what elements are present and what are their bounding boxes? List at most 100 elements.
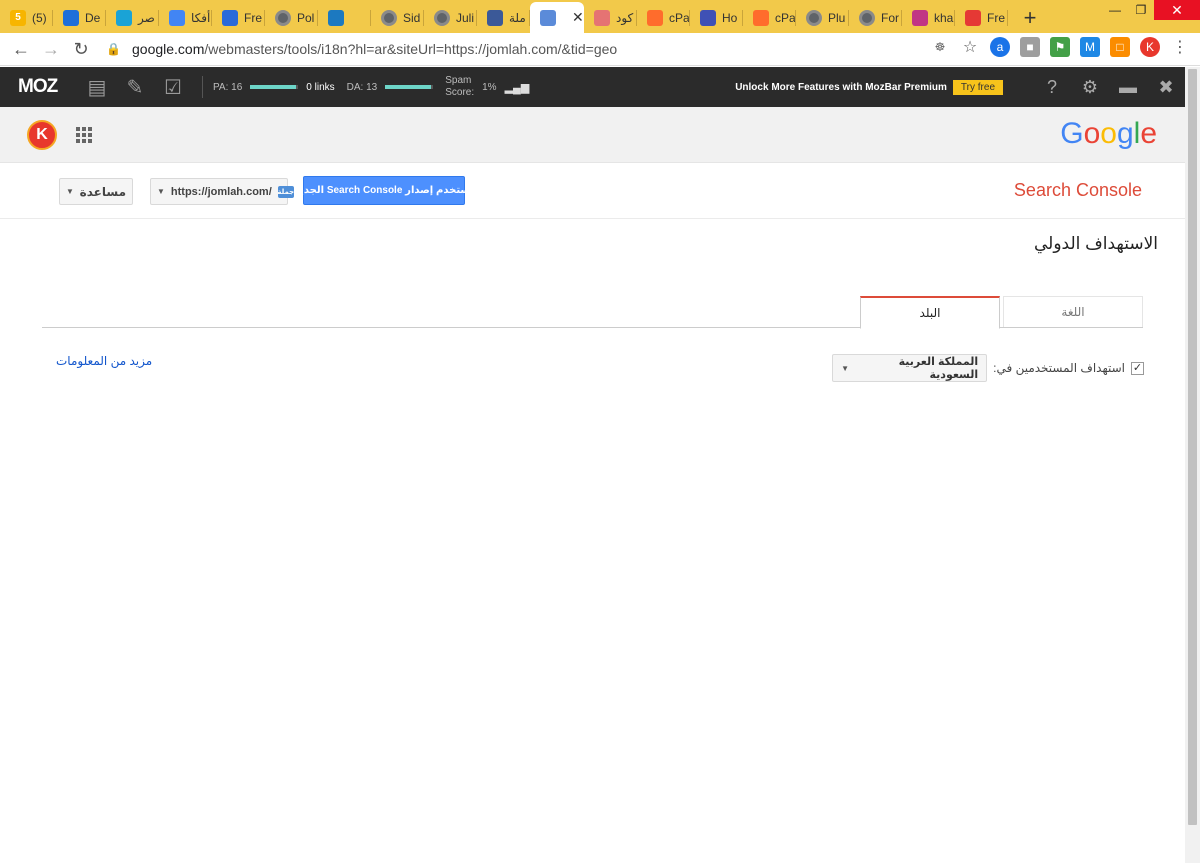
target-users-label: استهداف المستخدمين في:: [993, 361, 1125, 375]
logo-letter: o: [1083, 117, 1101, 150]
back-icon[interactable]: ←: [6, 34, 36, 64]
browser-tab[interactable]: Fre: [955, 2, 1008, 33]
browser-tab[interactable]: For: [849, 2, 902, 33]
browser-tab[interactable]: أفكا: [159, 2, 212, 33]
site-label: https://jomlah.com/: [170, 185, 272, 198]
page-analysis-icon[interactable]: ▤: [78, 75, 116, 100]
url-host: google.com: [132, 41, 205, 57]
tab-title: ملة: [509, 10, 526, 25]
grid-icon: [700, 9, 716, 26]
spam-score-value: 1%: [482, 81, 497, 93]
extension-icons: ☸ ☆ a ■ ⚑ M □ K ⋮: [930, 37, 1190, 57]
pa-meter: [250, 85, 299, 89]
restore-icon[interactable]: ❐: [1128, 0, 1154, 20]
browser-tab-strip: 5 (5) De صر أفكا Fre Pol Sid Juli ملة ✕ كود cPa Ho cPa…: [0, 0, 1200, 33]
hand-icon: [222, 9, 238, 26]
tab-title: kha: [934, 10, 954, 25]
apps-grid-icon[interactable]: [76, 127, 92, 143]
country-select[interactable]: المملكة العربية السعودية ▼: [832, 354, 988, 382]
cpanel-icon: [647, 9, 663, 26]
tab-title: Pol: [297, 10, 315, 25]
pencil-icon[interactable]: ✎: [116, 75, 154, 100]
browser-tab[interactable]: Pol: [265, 2, 318, 33]
help-icon[interactable]: ?: [1033, 77, 1071, 98]
tab-title: Ho: [722, 10, 738, 25]
keyword-icon[interactable]: ☑: [154, 75, 192, 100]
tab-title: Plu: [828, 10, 846, 25]
browser-tab[interactable]: Sid: [371, 2, 424, 33]
bookmark-star-icon[interactable]: ☆: [960, 37, 980, 57]
close-window-icon[interactable]: ✕: [1154, 0, 1200, 20]
lock-icon: 🔒: [106, 42, 121, 56]
browser-tab[interactable]: kha: [902, 2, 955, 33]
tab-country[interactable]: البلد: [860, 296, 1000, 329]
extension-m-icon[interactable]: M: [1080, 37, 1100, 57]
new-tab-button[interactable]: +: [1008, 2, 1052, 33]
browser-tab[interactable]: cPa: [637, 2, 690, 33]
instagram-icon: [912, 9, 928, 26]
tab-title: صر: [138, 10, 155, 25]
browser-tab[interactable]: Juli: [424, 2, 477, 33]
extension-flag-icon[interactable]: ⚑: [1050, 37, 1070, 57]
browser-tab[interactable]: صر: [106, 2, 159, 33]
tab-title: أفكا: [191, 10, 211, 25]
extension-a-icon[interactable]: a: [990, 37, 1010, 57]
scrollbar-thumb[interactable]: [1188, 69, 1197, 825]
browser-tab[interactable]: Plu: [796, 2, 849, 33]
site-selector[interactable]: ▼ https://jomlah.com/ جملة: [150, 178, 294, 205]
search-console-icon: [540, 9, 556, 26]
browser-tab[interactable]: Ho: [690, 2, 743, 33]
google-logo[interactable]: Google: [1060, 117, 1157, 151]
spam-score: Spam Score: 1% ▂▄▆: [445, 75, 529, 99]
tab-language[interactable]: اللغة: [1003, 296, 1143, 327]
account-avatar[interactable]: K: [27, 120, 57, 150]
help-dropdown[interactable]: ▼ مساعدة: [59, 178, 133, 205]
tab-title: De: [85, 10, 101, 25]
da-label: DA: 13: [346, 81, 378, 93]
search-console-bar: ▼ مساعدة ▼ https://jomlah.com/ جملة استخ…: [0, 163, 1185, 219]
menu-kebab-icon[interactable]: ⋮: [1170, 37, 1190, 57]
extension-bag-icon[interactable]: □: [1110, 37, 1130, 57]
browser-tab[interactable]: [318, 2, 371, 33]
globe-icon: [275, 9, 291, 26]
mozbar-right: Unlock More Features with MozBar Premium…: [735, 67, 1185, 107]
targeting-tabs: اللغة البلد: [42, 296, 1143, 329]
logo-letter: e: [1140, 117, 1157, 150]
tab-title: كود: [616, 10, 634, 25]
tab-title: Fre: [987, 10, 1005, 25]
collapse-bar-icon[interactable]: ▬: [1109, 77, 1147, 98]
card-icon: [328, 9, 344, 26]
page-scrollbar[interactable]: [1185, 67, 1200, 863]
tab-title: Fre: [244, 10, 262, 25]
try-free-button[interactable]: Try free: [952, 79, 1003, 95]
coupon-icon: [594, 9, 610, 26]
address-bar[interactable]: 🔒 google.com /webmasters/tools/i18n?hl=a…: [106, 35, 906, 63]
country-targeting-row: ✓ استهداف المستخدمين في: المملكة العربية…: [832, 354, 1144, 382]
browser-tab[interactable]: De: [53, 2, 106, 33]
more-info-link[interactable]: مزيد من المعلومات: [56, 354, 152, 368]
links-count: 0 links: [306, 81, 335, 93]
browser-tab[interactable]: Fre: [212, 2, 265, 33]
close-mozbar-icon[interactable]: ✖: [1147, 77, 1185, 98]
search-console-title[interactable]: Search Console: [1014, 180, 1142, 201]
browser-tab[interactable]: cPa: [743, 2, 796, 33]
translate-icon[interactable]: ☸: [930, 37, 950, 57]
settings-gear-icon[interactable]: ⚙: [1071, 77, 1109, 98]
minimize-icon[interactable]: —: [1102, 0, 1128, 20]
browser-tab[interactable]: ✕: [530, 2, 584, 33]
new-version-button[interactable]: استخدم إصدار Search Console الجديد: [294, 176, 474, 205]
browser-tab[interactable]: ملة: [477, 2, 530, 33]
target-icon: [116, 9, 132, 26]
extension-shield-icon[interactable]: ■: [1020, 37, 1040, 57]
reload-icon[interactable]: ↻: [66, 34, 96, 64]
browser-tab[interactable]: كود: [584, 2, 637, 33]
globe-icon: [434, 9, 450, 26]
unlock-premium-text: Unlock More Features with MozBar Premium: [735, 81, 947, 93]
profile-avatar-icon[interactable]: K: [1140, 37, 1160, 57]
target-users-checkbox[interactable]: ✓: [1131, 361, 1144, 375]
browser-tab[interactable]: 5 (5): [0, 2, 53, 33]
forward-icon[interactable]: →: [36, 34, 66, 64]
help-label: مساعدة: [79, 184, 126, 199]
close-tab-icon[interactable]: ✕: [572, 9, 584, 26]
globe-icon: [806, 9, 822, 26]
